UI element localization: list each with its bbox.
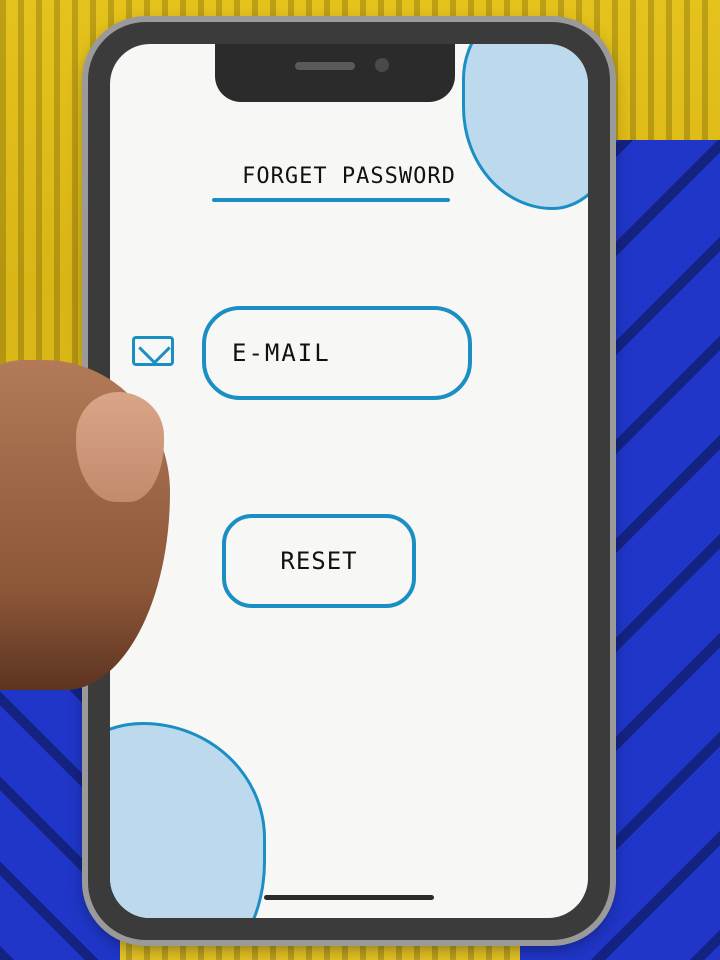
phone-screen: FORGET PASSWORD RESET — [110, 44, 588, 918]
email-field[interactable] — [202, 306, 472, 400]
mail-icon — [132, 336, 174, 366]
thumb — [76, 392, 164, 502]
decorative-blob-bottom — [110, 722, 266, 918]
page-title: FORGET PASSWORD — [242, 164, 456, 189]
home-indicator — [264, 895, 434, 900]
title-underline — [212, 198, 450, 202]
camera-icon — [375, 58, 389, 72]
speaker-icon — [295, 62, 355, 70]
reset-button[interactable]: RESET — [222, 514, 416, 608]
phone-notch — [215, 44, 455, 102]
